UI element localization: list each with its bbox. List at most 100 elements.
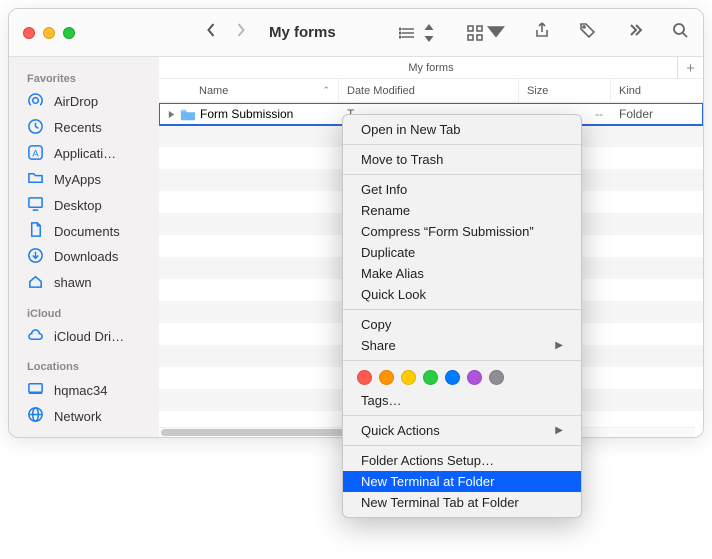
- column-name[interactable]: Name⌃: [159, 79, 339, 102]
- sidebar-item-label: MyApps: [54, 172, 101, 187]
- menu-item-label: Share: [361, 338, 396, 353]
- column-headers: Name⌃ Date Modified Size Kind: [159, 79, 703, 103]
- search-button[interactable]: [671, 21, 689, 44]
- forward-button[interactable]: [234, 21, 247, 44]
- tag-color-dot[interactable]: [379, 370, 394, 385]
- nav-arrows: [205, 21, 247, 44]
- sidebar-item-airdrop[interactable]: AirDrop: [9, 89, 159, 115]
- chevron-right-icon: ▶: [555, 340, 563, 351]
- column-size[interactable]: Size: [519, 79, 611, 102]
- sidebar-item-applicati-[interactable]: AApplicati…: [9, 141, 159, 167]
- sidebar-item-downloads[interactable]: Downloads: [9, 244, 159, 270]
- menu-item-new-terminal-tab-at-folder[interactable]: New Terminal Tab at Folder: [343, 492, 581, 513]
- sort-caret-icon: ⌃: [322, 85, 330, 96]
- folder-icon: [27, 169, 44, 189]
- menu-item-open-in-new-tab[interactable]: Open in New Tab: [343, 119, 581, 140]
- sidebar-item-label: Downloads: [54, 249, 118, 264]
- menu-item-duplicate[interactable]: Duplicate: [343, 242, 581, 263]
- menu-item-label: Quick Look: [361, 287, 426, 302]
- menu-separator: [343, 415, 581, 416]
- sidebar-item-documents[interactable]: Documents: [9, 218, 159, 244]
- menu-item-rename[interactable]: Rename: [343, 200, 581, 221]
- menu-item-label: Duplicate: [361, 245, 415, 260]
- view-list-button[interactable]: [399, 24, 438, 42]
- sidebar-item-icloud-dri-[interactable]: iCloud Dri…: [9, 324, 159, 350]
- file-name: Form Submission: [200, 107, 293, 121]
- sidebar-item-network[interactable]: Network: [9, 403, 159, 429]
- downloads-icon: [27, 247, 44, 267]
- desktop-icon: [27, 195, 44, 215]
- menu-item-label: Open in New Tab: [361, 122, 461, 137]
- folder-icon: [180, 107, 196, 121]
- sidebar-item-shawn[interactable]: shawn: [9, 270, 159, 296]
- tag-color-dot[interactable]: [401, 370, 416, 385]
- group-button[interactable]: [466, 24, 505, 42]
- sidebar-item-desktop[interactable]: Desktop: [9, 192, 159, 218]
- window-title: My forms: [269, 24, 336, 41]
- home-icon: [27, 273, 44, 293]
- tags-button[interactable]: [579, 21, 597, 44]
- menu-item-copy[interactable]: Copy: [343, 314, 581, 335]
- sidebar-item-recents[interactable]: Recents: [9, 115, 159, 141]
- tag-color-dot[interactable]: [489, 370, 504, 385]
- menu-item-label: Rename: [361, 203, 410, 218]
- menu-item-label: New Terminal at Folder: [361, 474, 494, 489]
- sidebar-item-label: Network: [54, 409, 102, 424]
- menu-item-compress-form-submission[interactable]: Compress “Form Submission”: [343, 221, 581, 242]
- menu-item-label: Get Info: [361, 182, 407, 197]
- close-icon[interactable]: [23, 27, 35, 39]
- menu-item-tags[interactable]: Tags…: [343, 390, 581, 411]
- toolbar: [399, 21, 689, 44]
- column-date[interactable]: Date Modified: [339, 79, 519, 102]
- share-button[interactable]: [533, 21, 551, 44]
- tag-color-dot[interactable]: [445, 370, 460, 385]
- menu-item-new-terminal-at-folder[interactable]: New Terminal at Folder: [343, 471, 581, 492]
- disclosure-triangle-icon[interactable]: [167, 110, 176, 119]
- menu-item-share[interactable]: Share ▶: [343, 335, 581, 356]
- more-button[interactable]: [625, 21, 643, 44]
- computer-icon: [27, 380, 44, 400]
- menu-item-label: Folder Actions Setup…: [361, 453, 494, 468]
- sidebar-item-hqmac34[interactable]: hqmac34: [9, 377, 159, 403]
- minimize-icon[interactable]: [43, 27, 55, 39]
- airdrop-icon: [27, 92, 44, 112]
- tag-color-dot[interactable]: [357, 370, 372, 385]
- titlebar: My forms: [9, 9, 703, 57]
- zoom-icon[interactable]: [63, 27, 75, 39]
- sidebar-item-label: Documents: [54, 224, 120, 239]
- menu-separator: [343, 174, 581, 175]
- menu-item-make-alias[interactable]: Make Alias: [343, 263, 581, 284]
- menu-item-label: Compress “Form Submission”: [361, 224, 534, 239]
- tag-color-dot[interactable]: [467, 370, 482, 385]
- cloud-icon: [27, 327, 44, 347]
- column-kind[interactable]: Kind: [611, 79, 703, 102]
- menu-item-quick-look[interactable]: Quick Look: [343, 284, 581, 305]
- cell-name: Form Submission: [159, 107, 339, 121]
- menu-item-move-to-trash[interactable]: Move to Trash: [343, 149, 581, 170]
- sidebar-item-label: iCloud Dri…: [54, 329, 124, 344]
- sidebar-section-label: Favorites: [9, 69, 159, 89]
- clock-icon: [27, 118, 44, 138]
- sidebar-item-label: shawn: [54, 275, 92, 290]
- menu-item-label: Tags…: [361, 393, 401, 408]
- menu-item-label: Make Alias: [361, 266, 424, 281]
- sidebar-section-label: Locations: [9, 357, 159, 377]
- menu-item-quick-actions[interactable]: Quick Actions▶: [343, 420, 581, 441]
- sidebar-item-label: Desktop: [54, 198, 102, 213]
- apps-icon: A: [27, 144, 44, 164]
- sidebar-item-label: Recents: [54, 120, 102, 135]
- menu-separator: [343, 445, 581, 446]
- network-icon: [27, 406, 44, 426]
- menu-item-folder-actions-setup[interactable]: Folder Actions Setup…: [343, 450, 581, 471]
- sidebar-section-label: iCloud: [9, 304, 159, 324]
- menu-separator: [343, 360, 581, 361]
- add-tab-button[interactable]: +: [677, 57, 703, 79]
- tag-color-dot[interactable]: [423, 370, 438, 385]
- menu-item-label: Quick Actions: [361, 423, 440, 438]
- context-menu: Open in New Tab Move to Trash Get Info Rena…: [342, 114, 582, 518]
- path-label: My forms: [408, 62, 453, 74]
- sidebar-item-myapps[interactable]: MyApps: [9, 167, 159, 193]
- menu-item-get-info[interactable]: Get Info: [343, 179, 581, 200]
- traffic-lights: [23, 27, 75, 39]
- back-button[interactable]: [205, 21, 218, 44]
